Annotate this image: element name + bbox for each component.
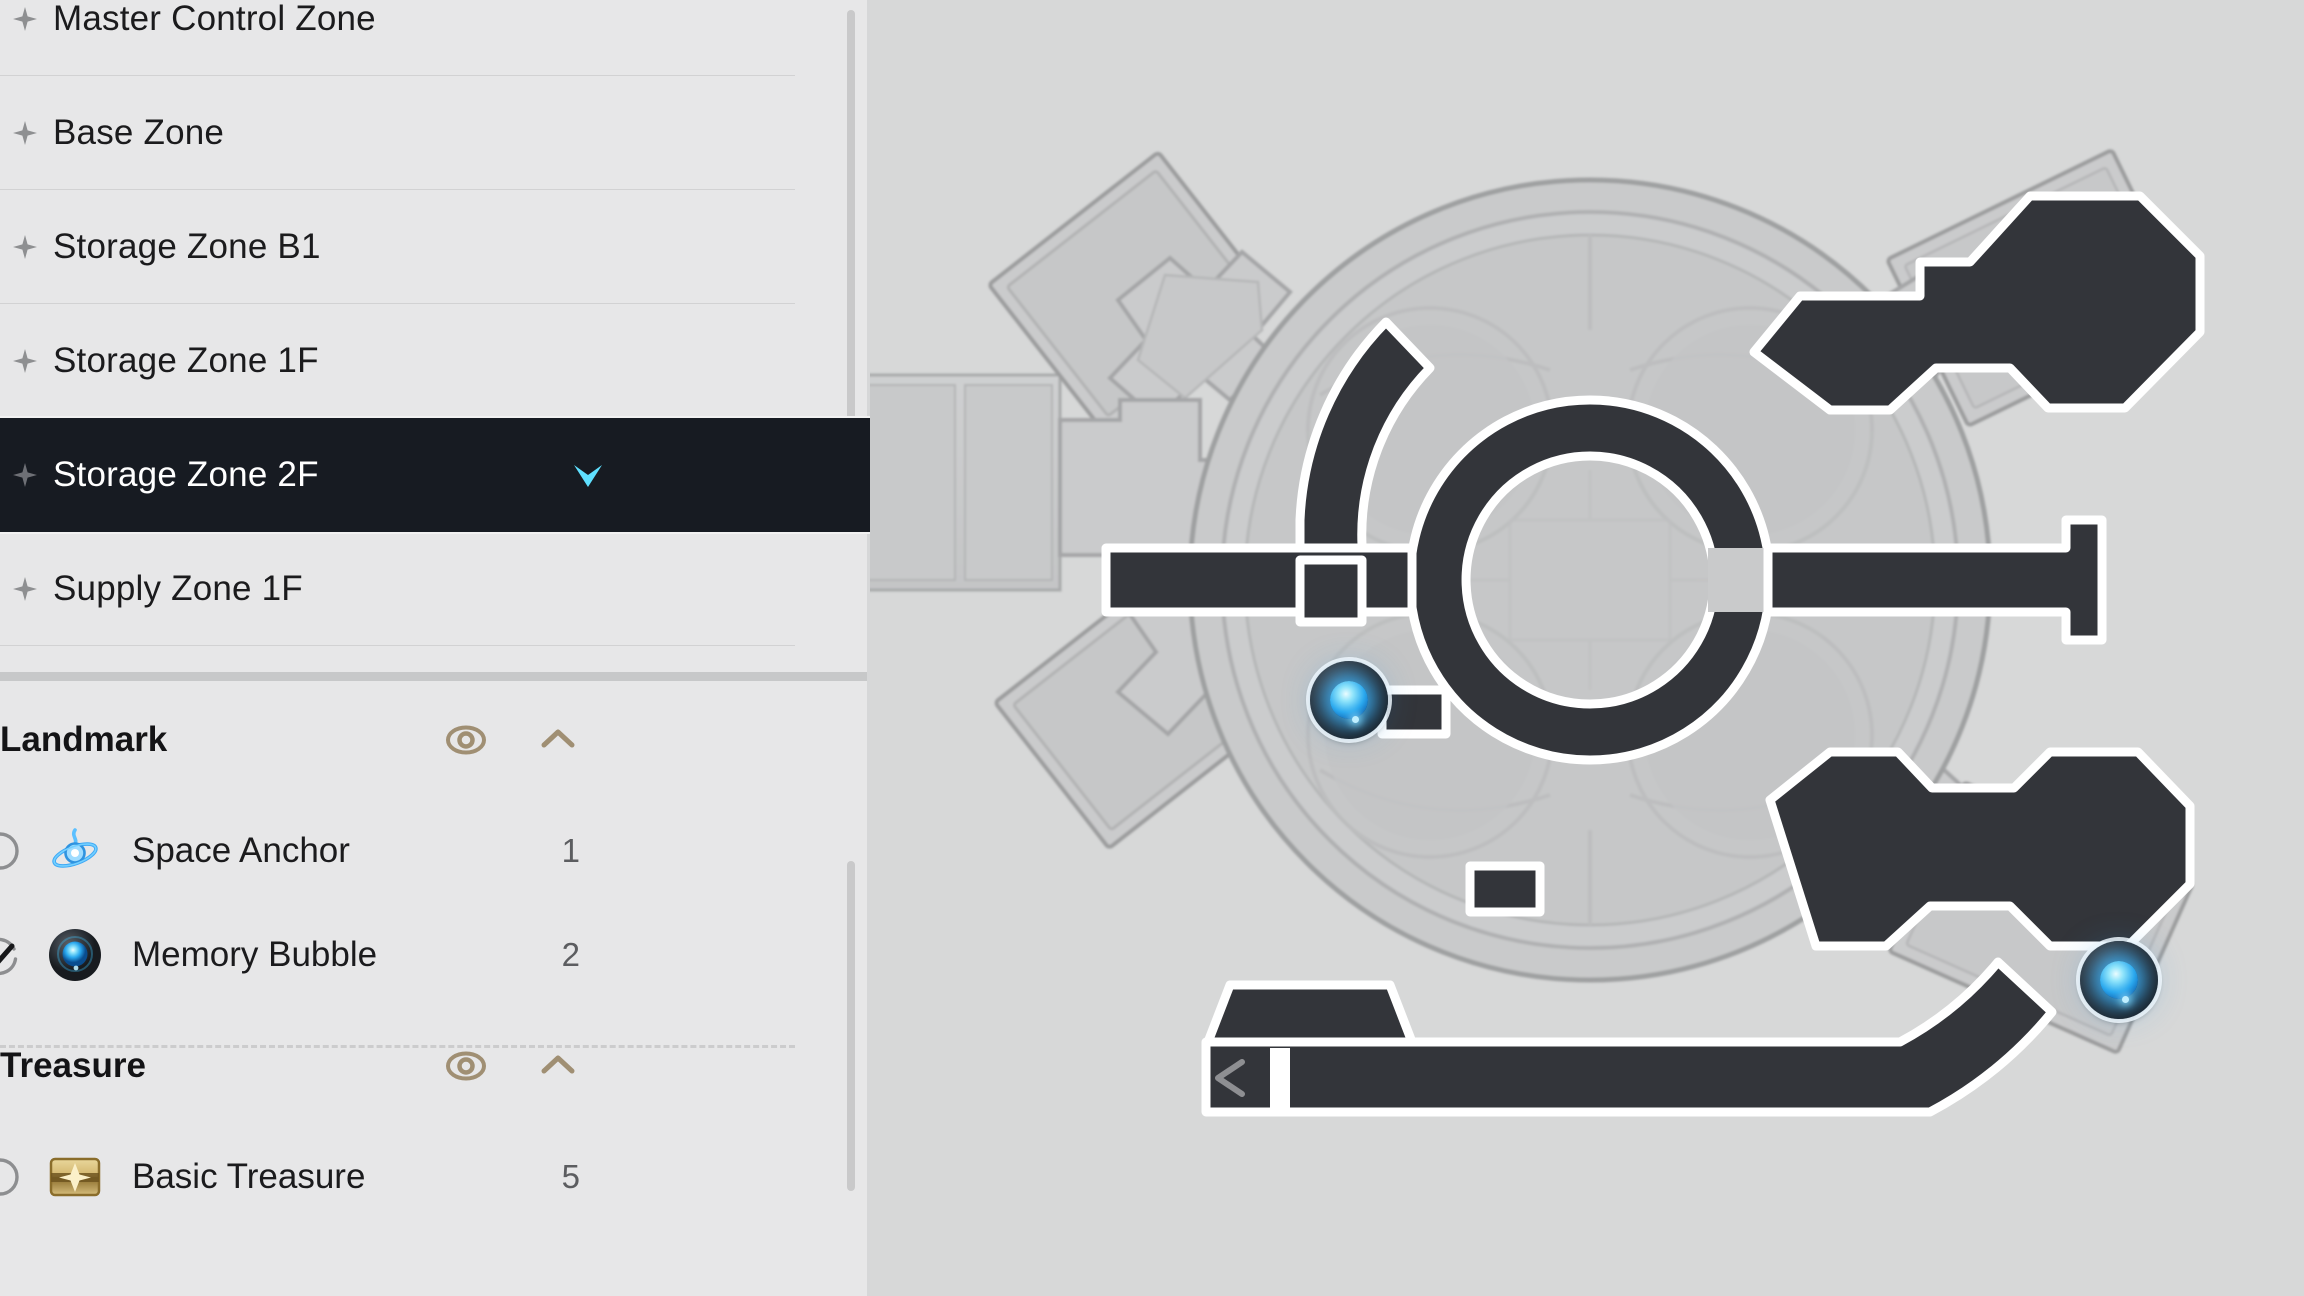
zone-map[interactable] xyxy=(870,0,2304,1296)
zone-row-storage-zone-1f[interactable]: Storage Zone 1F xyxy=(0,304,870,418)
treasure-chest-icon xyxy=(49,1157,101,1197)
marker-spark xyxy=(2122,995,2130,1003)
checkbox-checked-icon[interactable] xyxy=(0,933,22,977)
filter-row-count: 5 xyxy=(561,1158,580,1195)
chevron-down-icon[interactable] xyxy=(568,455,608,495)
zone-row-label: Storage Zone B1 xyxy=(53,227,321,266)
zone-row-label: Supply Zone 1F xyxy=(53,569,303,608)
eye-icon[interactable] xyxy=(444,1044,488,1088)
zone-list[interactable]: Master Control Zone Base Zone Storage Zone… xyxy=(0,0,870,678)
marker-core xyxy=(2100,961,2138,999)
map-floorplan xyxy=(870,0,2304,1296)
filter-row-count: 2 xyxy=(561,936,580,973)
zone-row-label: Storage Zone 1F xyxy=(53,341,319,380)
marker-spark xyxy=(1352,715,1360,723)
four-point-star-icon xyxy=(13,577,37,601)
chevron-up-icon[interactable] xyxy=(536,1044,580,1088)
map-screen: Master Control Zone Base Zone Storage Zone… xyxy=(0,0,2304,1296)
filter-row-basic-treasure[interactable]: Basic Treasure 5 xyxy=(0,1125,870,1229)
space-anchor-icon xyxy=(46,822,104,880)
filter-list: Landmark Space Anchor 1 Memory Bubble 2 Treas… xyxy=(0,681,870,1296)
filter-section-actions xyxy=(444,1044,580,1088)
treasure-chest-icon xyxy=(46,1148,104,1206)
four-point-star-icon xyxy=(10,234,40,260)
filter-row-space-anchor[interactable]: Space Anchor 1 xyxy=(0,799,870,903)
zone-row-storage-zone-b1[interactable]: Storage Zone B1 xyxy=(0,190,870,304)
four-point-star-icon xyxy=(10,120,40,146)
four-point-star-icon xyxy=(10,348,40,374)
four-point-star-icon xyxy=(10,6,40,32)
four-point-star-icon xyxy=(10,462,40,488)
filter-section-header-landmark[interactable]: Landmark xyxy=(0,681,870,799)
zone-row-storage-zone-2f[interactable]: Storage Zone 2F xyxy=(0,418,870,532)
checkbox-unchecked-icon[interactable] xyxy=(0,829,22,873)
memory-bubble-icon xyxy=(46,926,104,984)
zone-row-master-control-zone[interactable]: Master Control Zone xyxy=(0,0,870,76)
memory-bubble-icon xyxy=(49,929,101,981)
eye-icon[interactable] xyxy=(444,718,488,762)
filter-row-count: 1 xyxy=(561,832,580,869)
four-point-star-icon xyxy=(13,463,37,487)
filter-row-label: Space Anchor xyxy=(132,831,350,870)
filter-section-actions xyxy=(444,718,580,762)
zone-row-supply-zone-1f[interactable]: Supply Zone 1F xyxy=(0,532,870,646)
zone-row-label: Master Control Zone xyxy=(53,0,376,38)
four-point-star-icon xyxy=(13,7,37,31)
checkbox-unchecked-icon[interactable] xyxy=(0,829,34,873)
left-sidebar: Master Control Zone Base Zone Storage Zone… xyxy=(0,0,870,1296)
zone-row-base-zone[interactable]: Base Zone xyxy=(0,76,870,190)
chevron-up-icon[interactable] xyxy=(536,718,580,762)
zone-list-scrollbar[interactable] xyxy=(847,0,855,678)
four-point-star-icon xyxy=(13,121,37,145)
filter-row-label: Memory Bubble xyxy=(132,935,378,974)
checkbox-unchecked-icon[interactable] xyxy=(0,1155,22,1199)
map-marker-memory-bubble[interactable] xyxy=(1310,661,1388,739)
filter-section-header-treasure[interactable]: Treasure xyxy=(0,1007,870,1125)
four-point-star-icon xyxy=(13,235,37,259)
panel-divider xyxy=(0,672,870,681)
checkbox-checked-icon[interactable] xyxy=(0,933,34,977)
map-marker-memory-bubble[interactable] xyxy=(2080,941,2158,1019)
zone-row-label: Base Zone xyxy=(53,113,225,152)
filter-row-label: Basic Treasure xyxy=(132,1157,366,1196)
space-anchor-icon xyxy=(52,828,98,868)
filter-section-title: Treasure xyxy=(0,1046,146,1085)
filter-row-memory-bubble[interactable]: Memory Bubble 2 xyxy=(0,903,870,1007)
checkbox-unchecked-icon[interactable] xyxy=(0,1155,34,1199)
four-point-star-icon xyxy=(10,576,40,602)
filter-section-title: Landmark xyxy=(0,720,168,759)
four-point-star-icon xyxy=(13,349,37,373)
zone-row-label: Storage Zone 2F xyxy=(53,455,319,494)
chevron-down-icon xyxy=(574,465,602,487)
marker-core xyxy=(1330,681,1368,719)
